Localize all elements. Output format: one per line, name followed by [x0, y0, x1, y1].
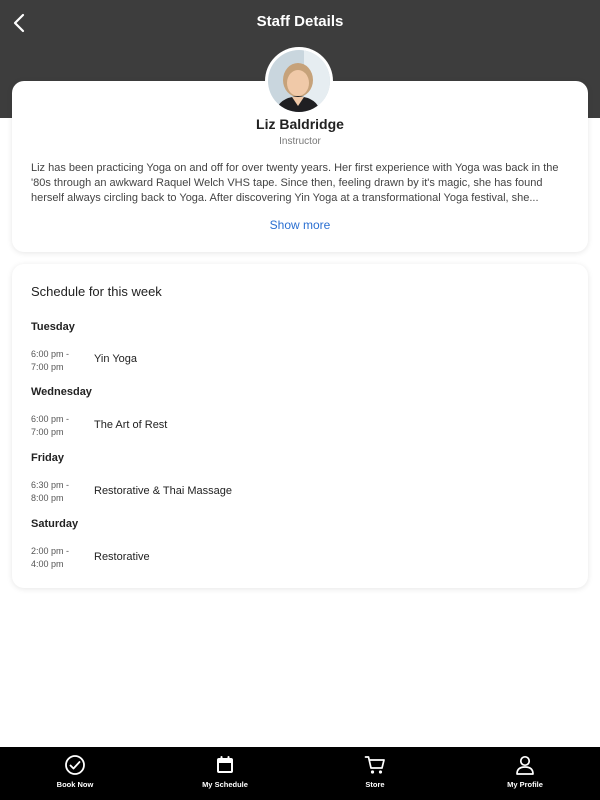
person-icon: [514, 754, 536, 776]
staff-role: Instructor: [279, 136, 321, 147]
class-time: 6:00 pm - 7:00 pm: [31, 348, 86, 374]
class-time: 2:00 pm - 4:00 pm: [31, 545, 86, 571]
show-more-link[interactable]: Show more: [12, 218, 588, 232]
class-time: 6:00 pm - 7:00 pm: [31, 413, 86, 439]
bottom-tab-bar: Book Now My Schedule Store My Profile: [0, 747, 600, 800]
class-name[interactable]: Restorative: [94, 551, 150, 563]
day-heading: Saturday: [31, 518, 79, 530]
schedule-title: Schedule for this week: [31, 284, 162, 299]
time-start: 6:00 pm -: [31, 414, 70, 424]
avatar: [265, 47, 333, 115]
calendar-icon: [214, 754, 236, 776]
class-name[interactable]: Restorative & Thai Massage: [94, 485, 232, 497]
time-end: 8:00 pm: [31, 493, 64, 503]
class-time: 6:30 pm - 8:00 pm: [31, 479, 86, 505]
day-heading: Wednesday: [31, 386, 92, 398]
schedule-card: Schedule for this week Tuesday 6:00 pm -…: [12, 264, 588, 588]
time-end: 7:00 pm: [31, 427, 64, 437]
avatar-photo: [268, 50, 330, 112]
time-end: 4:00 pm: [31, 559, 64, 569]
day-heading: Tuesday: [31, 321, 75, 333]
page-title: Staff Details: [256, 13, 344, 30]
tab-store[interactable]: Store: [300, 747, 450, 800]
time-start: 6:30 pm -: [31, 480, 70, 490]
tab-book-now[interactable]: Book Now: [0, 747, 150, 800]
tab-my-profile[interactable]: My Profile: [450, 747, 600, 800]
class-name[interactable]: The Art of Rest: [94, 419, 167, 431]
tab-my-schedule[interactable]: My Schedule: [150, 747, 300, 800]
check-circle-icon: [64, 754, 86, 776]
time-start: 2:00 pm -: [31, 546, 70, 556]
time-end: 7:00 pm: [31, 362, 64, 372]
class-name[interactable]: Yin Yoga: [94, 353, 137, 365]
day-heading: Friday: [31, 452, 65, 464]
time-start: 6:00 pm -: [31, 349, 70, 359]
tab-label: Store: [365, 780, 385, 789]
tab-label: My Profile: [507, 780, 543, 789]
tab-label: My Schedule: [202, 780, 248, 789]
tab-label: Book Now: [56, 780, 94, 789]
staff-bio: Liz has been practicing Yoga on and off …: [31, 162, 559, 204]
cart-icon: [364, 754, 386, 776]
staff-name: Liz Baldridge: [256, 116, 344, 132]
